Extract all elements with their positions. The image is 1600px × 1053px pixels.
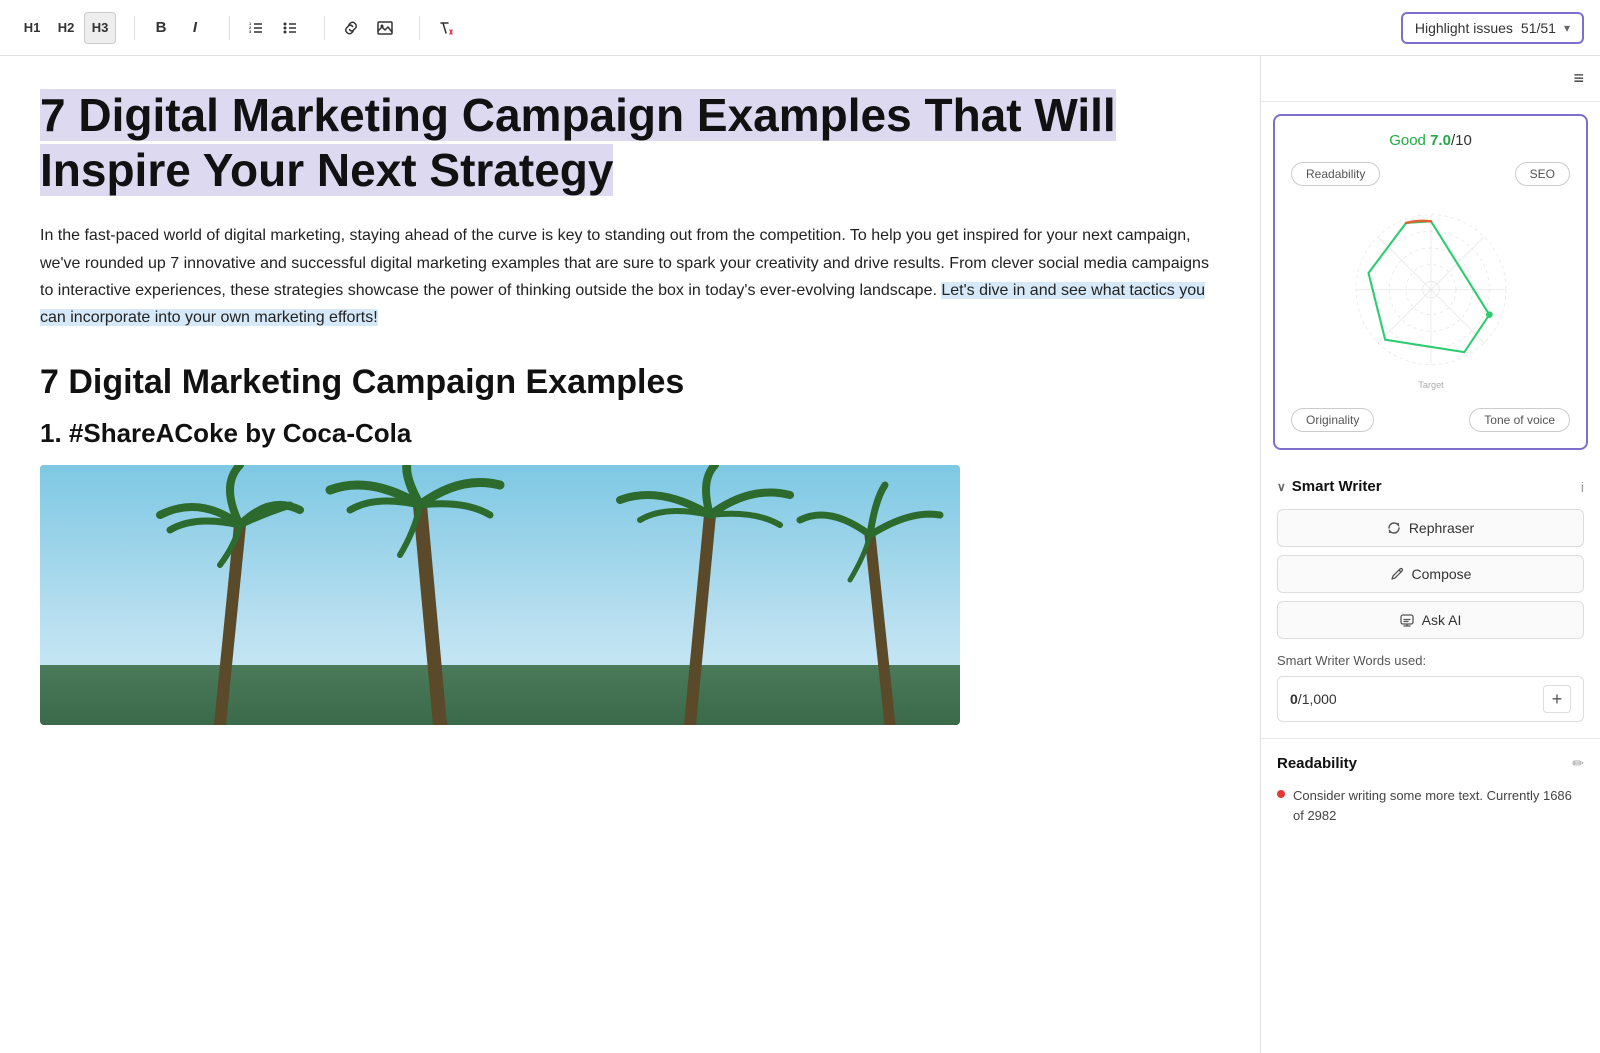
clear-format-icon — [438, 20, 454, 36]
radar-chart: Target — [1331, 198, 1531, 398]
smart-writer-header: ∨ Smart Writer i — [1277, 478, 1584, 495]
readability-tab[interactable]: Readability — [1291, 162, 1380, 186]
score-total: /10 — [1451, 132, 1472, 149]
ordered-list-icon: 1 2 3 — [248, 20, 264, 36]
rephraser-icon — [1387, 521, 1401, 535]
separator-3 — [324, 16, 325, 40]
highlight-dropdown[interactable]: Highlight issues 51/51 ▾ — [1401, 12, 1584, 44]
smart-writer-label: Smart Writer — [1292, 478, 1382, 495]
italic-button[interactable]: I — [179, 12, 211, 44]
edit-icon[interactable]: ✏ — [1572, 755, 1584, 772]
compose-button[interactable]: Compose — [1277, 555, 1584, 593]
ordered-list-button[interactable]: 1 2 3 — [240, 12, 272, 44]
article-title-block: 7 Digital Marketing Campaign Examples Th… — [40, 88, 1220, 198]
smart-writer-title: ∨ Smart Writer — [1277, 478, 1382, 495]
separator-2 — [229, 16, 230, 40]
h2-button[interactable]: H2 — [50, 12, 82, 44]
article-title: 7 Digital Marketing Campaign Examples Th… — [40, 89, 1116, 196]
collapse-icon[interactable]: ∨ — [1277, 480, 1286, 494]
unordered-list-icon — [282, 20, 298, 36]
unordered-list-button[interactable] — [274, 12, 306, 44]
compose-icon — [1390, 567, 1404, 581]
score-section: Good 7.0/10 Readability SEO — [1273, 114, 1588, 450]
score-bottom-tabs: Originality Tone of voice — [1291, 408, 1570, 432]
bold-button[interactable]: B — [145, 12, 177, 44]
h1-button[interactable]: H1 — [16, 12, 48, 44]
originality-tab[interactable]: Originality — [1291, 408, 1374, 432]
readability-text: Consider writing some more text. Current… — [1293, 786, 1584, 825]
ask-ai-label: Ask AI — [1422, 612, 1462, 628]
words-used: 0 — [1290, 691, 1298, 707]
readability-section: Readability ✏ Consider writing some more… — [1261, 739, 1600, 841]
rephraser-label: Rephraser — [1409, 520, 1474, 536]
highlight-count: 51/51 — [1521, 20, 1556, 36]
info-icon[interactable]: i — [1581, 479, 1584, 495]
article-intro: In the fast-paced world of digital marke… — [40, 222, 1220, 331]
ask-ai-button[interactable]: Ask AI — [1277, 601, 1584, 639]
score-tabs: Readability SEO — [1291, 162, 1570, 186]
words-count-row: 0/1,000 + — [1277, 676, 1584, 722]
score-label: Good — [1389, 132, 1430, 149]
add-words-button[interactable]: + — [1543, 685, 1571, 713]
main-layout: 7 Digital Marketing Campaign Examples Th… — [0, 56, 1600, 1053]
readability-title: Readability — [1277, 755, 1357, 772]
palm-image — [40, 465, 960, 725]
warning-dot — [1277, 790, 1285, 798]
highlight-label: Highlight issues — [1415, 20, 1513, 36]
tone-of-voice-tab[interactable]: Tone of voice — [1469, 408, 1570, 432]
readability-item: Consider writing some more text. Current… — [1277, 786, 1584, 825]
article-h3: 1. #ShareACoke by Coca-Cola — [40, 418, 1220, 449]
separator-1 — [134, 16, 135, 40]
separator-4 — [419, 16, 420, 40]
toolbar: H1 H2 H3 B I 1 2 3 — [0, 0, 1600, 56]
svg-text:Target: Target — [1418, 380, 1444, 390]
link-button[interactable] — [335, 12, 367, 44]
words-label: Smart Writer Words used: — [1277, 653, 1584, 668]
compose-label: Compose — [1412, 566, 1472, 582]
rephraser-button[interactable]: Rephraser — [1277, 509, 1584, 547]
format-group: B I — [145, 12, 211, 44]
h3-button[interactable]: H3 — [84, 12, 116, 44]
score-header: Good 7.0/10 — [1291, 132, 1570, 150]
insert-group — [335, 12, 401, 44]
words-count: 0/1,000 — [1290, 691, 1337, 707]
sidebar: ≡ Good 7.0/10 Readability SEO — [1260, 56, 1600, 1053]
ask-ai-icon — [1400, 613, 1414, 627]
smart-writer-section: ∨ Smart Writer i Rephraser — [1261, 462, 1600, 739]
image-icon — [377, 20, 393, 36]
sidebar-header: ≡ — [1261, 56, 1600, 102]
link-icon — [343, 20, 359, 36]
words-limit: 1,000 — [1302, 691, 1337, 707]
radar-container: Target — [1291, 198, 1570, 398]
readability-header: Readability ✏ — [1277, 755, 1584, 772]
svg-text:3: 3 — [249, 29, 252, 34]
article-image — [40, 465, 960, 725]
list-group: 1 2 3 — [240, 12, 306, 44]
image-button[interactable] — [369, 12, 401, 44]
menu-icon[interactable]: ≡ — [1573, 68, 1584, 89]
clear-format-button[interactable] — [430, 12, 462, 44]
editor-area[interactable]: 7 Digital Marketing Campaign Examples Th… — [0, 56, 1260, 1053]
score-value: 7.0 — [1430, 132, 1451, 149]
article-h2: 7 Digital Marketing Campaign Examples — [40, 363, 1220, 402]
heading-group: H1 H2 H3 — [16, 12, 116, 44]
chevron-down-icon: ▾ — [1564, 21, 1570, 35]
seo-tab[interactable]: SEO — [1515, 162, 1570, 186]
